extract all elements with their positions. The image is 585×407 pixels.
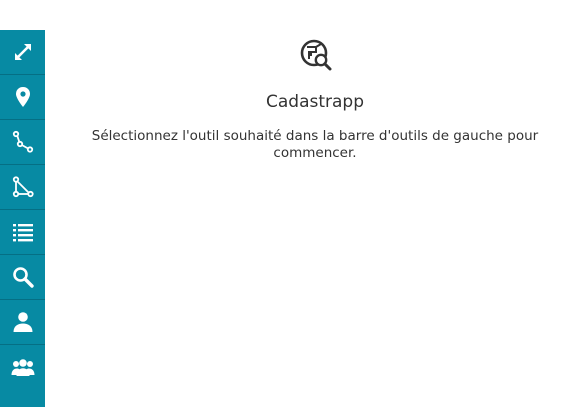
list-icon [12,224,33,242]
page-title: Cadastrapp [265,92,364,112]
toolbar-button-owner[interactable] [0,300,45,345]
polygon-select-icon [12,176,34,198]
expand-icon [14,44,31,60]
search-icon [12,267,34,288]
toolbar-button-search[interactable] [0,255,45,300]
toolbar-button-line[interactable] [0,120,45,165]
toolbar-button-polygon[interactable] [0,165,45,210]
toolbar-button-co-owners[interactable] [0,345,45,390]
cadastre-search-icon [299,38,333,72]
toolbar-button-list[interactable] [0,210,45,255]
main-content: Cadastrapp Sélectionnez l'outil souhaité… [45,0,585,407]
cadastrapp-panel: Cadastrapp Sélectionnez l'outil souhaité… [0,0,585,407]
user-icon [13,312,32,332]
left-toolbar [0,30,45,407]
toolbar-button-point[interactable] [0,75,45,120]
users-group-icon [11,358,34,376]
help-text: Sélectionnez l'outil souhaité dans la ba… [91,128,539,161]
line-select-icon [12,130,33,153]
map-marker-icon [15,87,30,107]
toolbar-button-expand[interactable] [0,30,45,75]
